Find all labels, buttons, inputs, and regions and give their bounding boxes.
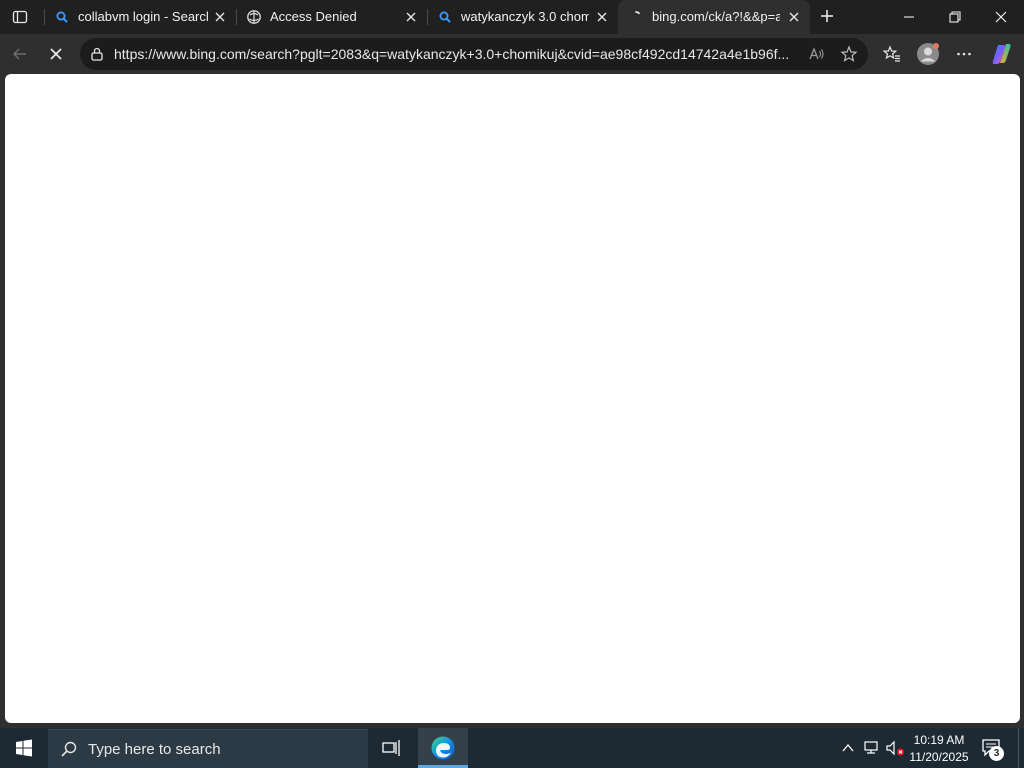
close-icon [995, 11, 1007, 23]
address-bar[interactable]: https://www.bing.com/search?pglt=2083&q=… [80, 38, 868, 70]
stop-loading-button[interactable] [42, 40, 70, 68]
copilot-icon [992, 44, 1011, 64]
close-icon[interactable] [786, 9, 802, 25]
favorites-button[interactable] [878, 40, 906, 68]
notification-count-badge: 3 [989, 746, 1004, 761]
lock-icon[interactable] [89, 46, 105, 62]
close-icon[interactable] [594, 9, 610, 25]
tab-actions-button[interactable] [6, 3, 34, 31]
taskbar-search-box[interactable]: Type here to search [48, 729, 368, 768]
profile-icon [917, 43, 939, 65]
favorites-icon [883, 45, 900, 62]
bing-search-icon [56, 11, 68, 23]
tab-watykanczyk-search[interactable]: watykanczyk 3.0 chomik [427, 0, 618, 34]
stop-icon [50, 48, 62, 60]
tab-title: Access Denied [270, 9, 357, 24]
access-denied-icon [247, 10, 261, 24]
edge-taskbar-button[interactable] [418, 728, 468, 768]
plus-icon [821, 10, 833, 22]
notifications-button[interactable]: 3 [978, 734, 1006, 762]
task-view-icon [382, 740, 400, 756]
network-icon [864, 741, 878, 754]
close-icon[interactable] [403, 9, 419, 25]
tab-access-denied[interactable]: Access Denied [236, 0, 427, 34]
more-icon [957, 52, 971, 56]
profile-button[interactable] [914, 40, 942, 68]
tab-strip: collabvm login - Search Access Denied wa… [0, 0, 1024, 34]
settings-more-button[interactable] [950, 40, 978, 68]
clock-date[interactable]: 11/20/2025 [904, 750, 974, 764]
show-desktop-button[interactable] [1018, 728, 1024, 768]
edge-icon [431, 736, 455, 760]
task-view-button[interactable] [378, 734, 406, 762]
loading-icon [635, 11, 640, 15]
restore-icon [949, 11, 961, 23]
back-icon [12, 48, 26, 60]
back-button[interactable] [6, 40, 34, 68]
bing-search-icon [439, 11, 451, 23]
chevron-up-icon [842, 743, 854, 752]
tab-title: collabvm login - Search [78, 9, 208, 24]
close-icon[interactable] [212, 9, 228, 25]
copilot-button[interactable] [988, 40, 1016, 68]
new-tab-button[interactable] [813, 2, 841, 30]
minimize-button[interactable] [895, 3, 923, 31]
read-aloud-icon[interactable] [807, 45, 825, 63]
url-text[interactable]: https://www.bing.com/search?pglt=2083&q=… [114, 46, 804, 62]
volume-muted-icon [886, 740, 905, 756]
taskbar-search-placeholder: Type here to search [88, 741, 221, 758]
favorite-star-icon[interactable] [840, 45, 858, 63]
start-button[interactable] [10, 734, 38, 762]
restore-button[interactable] [941, 3, 969, 31]
tab-title: bing.com/ck/a?!&&p=a [652, 9, 780, 24]
page-content-area[interactable] [5, 74, 1020, 723]
tab-bing-ck-active[interactable]: bing.com/ck/a?!&&p=a [618, 0, 810, 34]
close-window-button[interactable] [987, 3, 1015, 31]
windows-logo-icon [16, 739, 32, 757]
clock-time[interactable]: 10:19 AM [904, 733, 974, 747]
tab-collabvm-login-search[interactable]: collabvm login - Search [44, 0, 236, 34]
vertical-tabs-icon [12, 10, 28, 24]
search-icon [61, 741, 77, 757]
minimize-icon [904, 16, 914, 18]
tab-title: watykanczyk 3.0 chomik [461, 9, 589, 24]
